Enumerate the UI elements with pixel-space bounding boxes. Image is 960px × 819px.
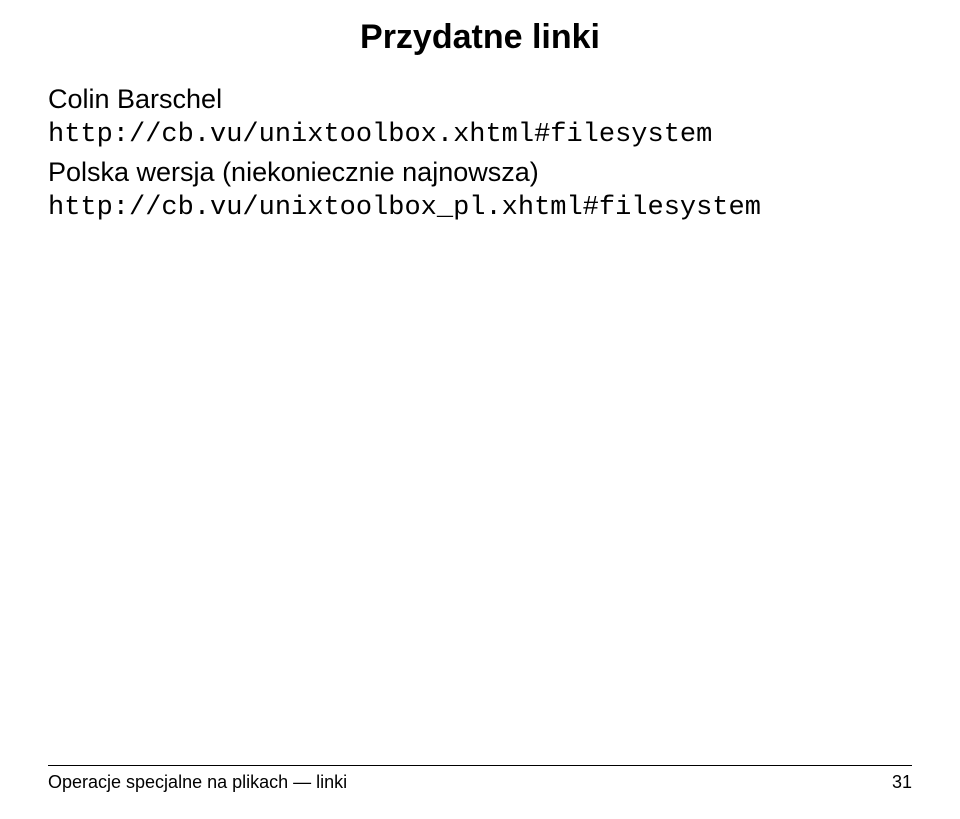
page-footer: Operacje specjalne na plikach — linki 31 [48,765,912,793]
author-line: Colin Barschel [48,81,912,117]
page-title: Przydatne linki [48,18,912,57]
body-content: Colin Barschel http://cb.vu/unixtoolbox.… [48,81,912,227]
url-line-1: http://cb.vu/unixtoolbox.xhtml#filesyste… [48,117,912,153]
slide-page: Przydatne linki Colin Barschel http://cb… [0,0,960,819]
footer-page-number: 31 [892,772,912,793]
footer-left-text: Operacje specjalne na plikach — linki [48,772,347,793]
note-line: Polska wersja (niekoniecznie najnowsza) [48,154,912,190]
url-line-2: http://cb.vu/unixtoolbox_pl.xhtml#filesy… [48,190,912,226]
